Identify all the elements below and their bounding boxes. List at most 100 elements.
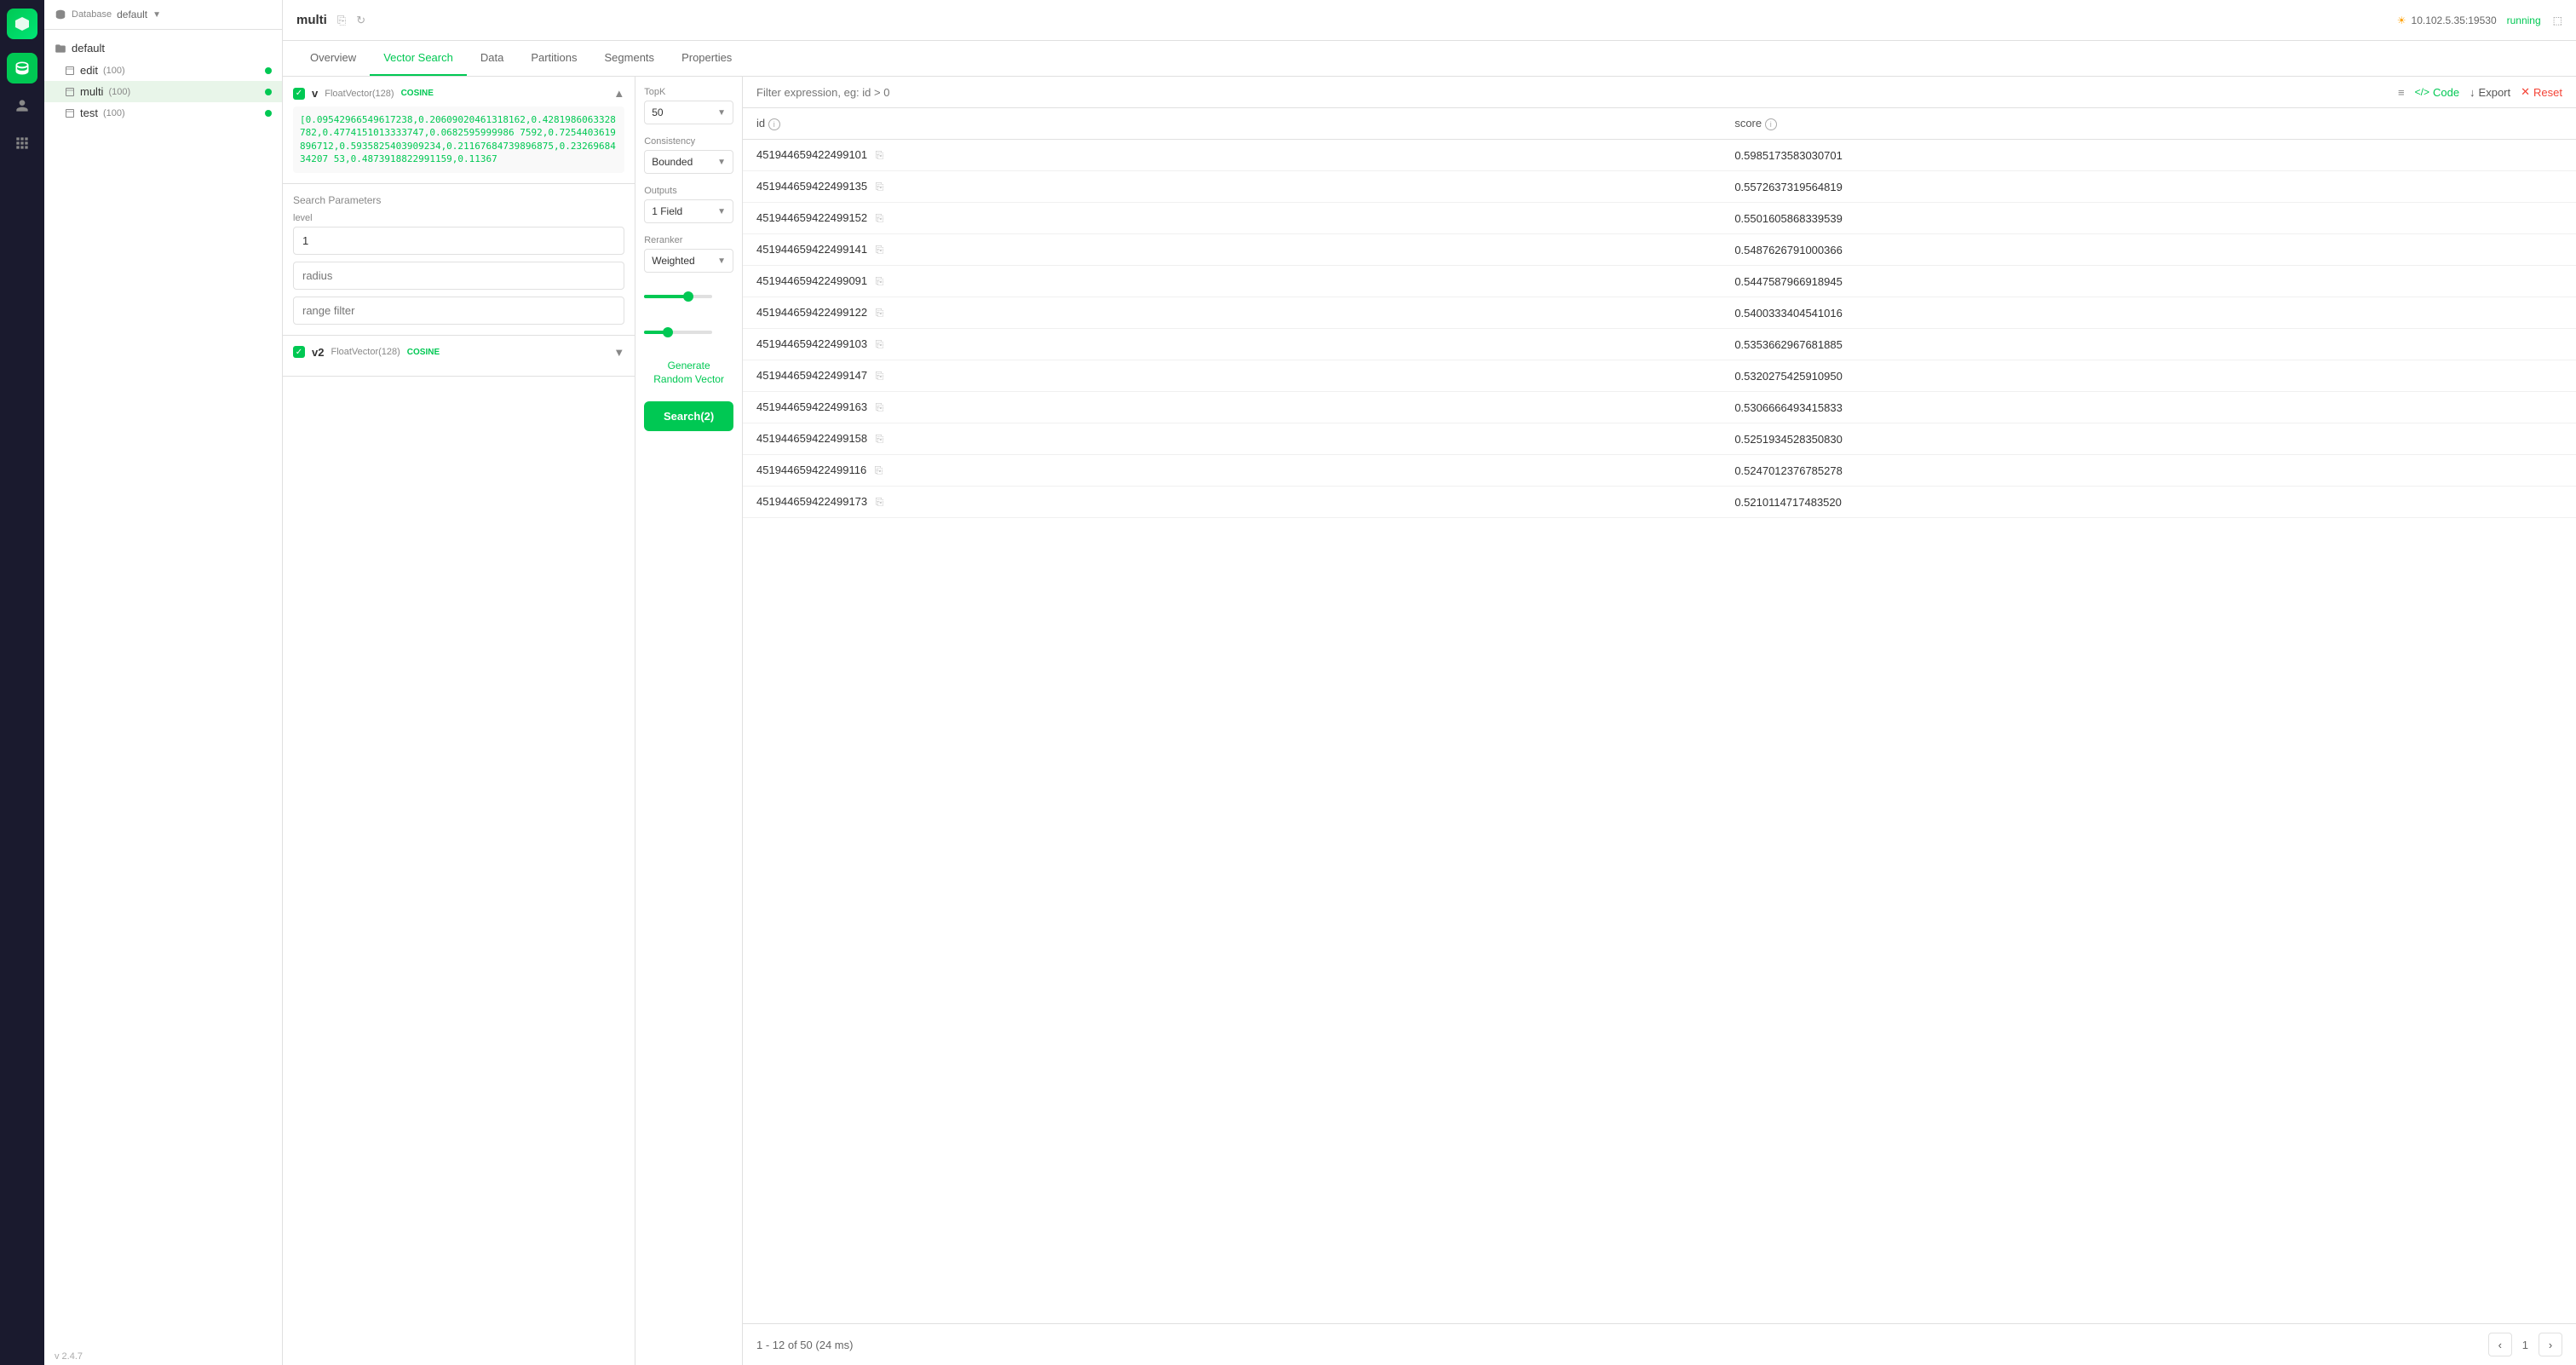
copy-icon[interactable]: ⎘ <box>337 14 346 27</box>
tab-data[interactable]: Data <box>467 41 517 76</box>
default-db-label: default <box>72 42 105 55</box>
edit-count: (100) <box>103 66 125 76</box>
slider-1-thumb[interactable] <box>683 291 693 302</box>
topk-select[interactable]: 50 ▼ <box>644 101 733 124</box>
tab-vector-search[interactable]: Vector Search <box>370 41 467 76</box>
reset-btn[interactable]: ✕ Reset <box>2521 85 2562 99</box>
code-icon: </> <box>2415 86 2429 98</box>
vector-v2-checkbox[interactable]: ✓ <box>293 346 305 358</box>
nav-icon-user[interactable] <box>7 90 37 121</box>
tab-overview[interactable]: Overview <box>296 41 370 76</box>
vector-v2-metric: COSINE <box>407 348 440 357</box>
cell-score: 0.5487626791000366 <box>1721 234 2576 266</box>
radius-input[interactable] <box>293 262 624 290</box>
outputs-config: Outputs 1 Field ▼ <box>644 186 733 223</box>
sun-icon: ☀ <box>2397 14 2406 26</box>
outputs-select[interactable]: 1 Field ▼ <box>644 199 733 223</box>
slider-2-thumb[interactable] <box>663 327 673 337</box>
db-tree-edit[interactable]: edit (100) <box>44 60 282 81</box>
cell-score: 0.5251934528350830 <box>1721 423 2576 455</box>
table-row: 451944659422499116 ⎘ 0.5247012376785278 <box>743 455 2576 487</box>
vector-field-v2: ✓ v2 FloatVector(128) COSINE ▼ <box>283 336 635 377</box>
cell-score: 0.5572637319564819 <box>1721 171 2576 203</box>
score-info-icon[interactable]: i <box>1765 118 1777 130</box>
reranker-arrow: ▼ <box>717 256 726 266</box>
next-page-btn[interactable]: › <box>2539 1333 2562 1356</box>
reset-icon: ✕ <box>2521 85 2530 99</box>
collection-name: multi <box>296 13 327 27</box>
db-tree: default edit (100) multi (100) test (100… <box>44 30 282 1348</box>
topk-config: TopK 50 ▼ <box>644 87 733 124</box>
copy-id-icon[interactable]: ⎘ <box>876 244 884 256</box>
copy-id-icon[interactable]: ⎘ <box>876 338 884 351</box>
filter-icon[interactable]: ≡ <box>2398 86 2405 99</box>
db-tree-default[interactable]: default <box>44 37 282 60</box>
generate-random-btn[interactable]: GenerateRandom Vector <box>644 356 733 389</box>
search-params: Search Parameters level <box>283 184 635 336</box>
cell-id: 451944659422499152 ⎘ <box>743 203 1721 234</box>
table-row: 451944659422499158 ⎘ 0.5251934528350830 <box>743 423 2576 455</box>
col-score: score i <box>1721 108 2576 140</box>
tab-partitions[interactable]: Partitions <box>517 41 590 76</box>
toolbar-actions: ≡ </> Code ↓ Export ✕ Reset <box>2398 85 2562 99</box>
outputs-arrow: ▼ <box>717 207 726 216</box>
nav-icon-apps[interactable] <box>7 128 37 158</box>
copy-id-icon[interactable]: ⎘ <box>876 496 884 509</box>
cell-id: 451944659422499158 ⎘ <box>743 423 1721 455</box>
table-row: 451944659422499141 ⎘ 0.5487626791000366 <box>743 234 2576 266</box>
range-filter-input[interactable] <box>293 297 624 325</box>
vector-field-v: ✓ v FloatVector(128) COSINE ▲ [0.0954296… <box>283 77 635 184</box>
export-label: Export <box>2479 86 2511 99</box>
nav-icon-database[interactable] <box>7 53 37 84</box>
cell-id: 451944659422499147 ⎘ <box>743 360 1721 392</box>
vector-v-checkbox[interactable]: ✓ <box>293 88 305 100</box>
table-row: 451944659422499135 ⎘ 0.5572637319564819 <box>743 171 2576 203</box>
cell-score: 0.5320275425910950 <box>1721 360 2576 392</box>
slider-1-fill <box>644 295 688 298</box>
outputs-value: 1 Field <box>652 205 682 217</box>
cell-score: 0.5400333404541016 <box>1721 297 2576 329</box>
vector-config-panel: ✓ v FloatVector(128) COSINE ▲ [0.0954296… <box>283 77 635 1365</box>
consistency-label: Consistency <box>644 136 733 147</box>
prev-page-btn[interactable]: ‹ <box>2488 1333 2512 1356</box>
slider-2-track[interactable] <box>644 331 712 334</box>
db-tree-test[interactable]: test (100) <box>44 102 282 124</box>
tab-properties[interactable]: Properties <box>668 41 745 76</box>
cell-score: 0.5353662967681885 <box>1721 329 2576 360</box>
tab-segments[interactable]: Segments <box>591 41 669 76</box>
table-row: 451944659422499122 ⎘ 0.5400333404541016 <box>743 297 2576 329</box>
level-input[interactable] <box>293 227 624 255</box>
copy-id-icon[interactable]: ⎘ <box>876 275 884 288</box>
cell-id: 451944659422499135 ⎘ <box>743 171 1721 203</box>
vector-v-collapse[interactable]: ▲ <box>613 87 624 100</box>
logout-icon[interactable]: ⬚ <box>2553 14 2562 26</box>
copy-id-icon[interactable]: ⎘ <box>876 149 884 162</box>
copy-id-icon[interactable]: ⎘ <box>876 181 884 193</box>
consistency-select[interactable]: Bounded ▼ <box>644 150 733 174</box>
search-button[interactable]: Search(2) <box>644 401 733 431</box>
cell-id: 451944659422499101 ⎘ <box>743 140 1721 171</box>
vector-v2-expand[interactable]: ▼ <box>613 346 624 359</box>
reranker-select[interactable]: Weighted ▼ <box>644 249 733 273</box>
vector-v-metric: COSINE <box>401 89 434 98</box>
copy-id-icon[interactable]: ⎘ <box>875 464 883 477</box>
col-id: id i <box>743 108 1721 140</box>
copy-id-icon[interactable]: ⎘ <box>876 212 884 225</box>
copy-id-icon[interactable]: ⎘ <box>876 307 884 320</box>
copy-id-icon[interactable]: ⎘ <box>876 370 884 383</box>
version-tag: v 2.4.7 <box>44 1348 282 1365</box>
export-btn[interactable]: ↓ Export <box>2470 86 2510 99</box>
copy-id-icon[interactable]: ⎘ <box>876 433 884 446</box>
filter-input[interactable] <box>756 86 2388 99</box>
content-area: ✓ v FloatVector(128) COSINE ▲ [0.0954296… <box>283 77 2576 1365</box>
cell-id: 451944659422499173 ⎘ <box>743 487 1721 518</box>
code-btn[interactable]: </> Code <box>2415 86 2459 99</box>
outputs-label: Outputs <box>644 186 733 196</box>
pagination-controls: ‹ 1 › <box>2488 1333 2562 1356</box>
id-info-icon[interactable]: i <box>768 118 780 130</box>
copy-id-icon[interactable]: ⎘ <box>876 401 884 414</box>
slider-1-track[interactable] <box>644 295 712 298</box>
db-tree-multi[interactable]: multi (100) <box>44 81 282 102</box>
cell-id: 451944659422499163 ⎘ <box>743 392 1721 423</box>
refresh-icon[interactable]: ↻ <box>356 14 365 27</box>
